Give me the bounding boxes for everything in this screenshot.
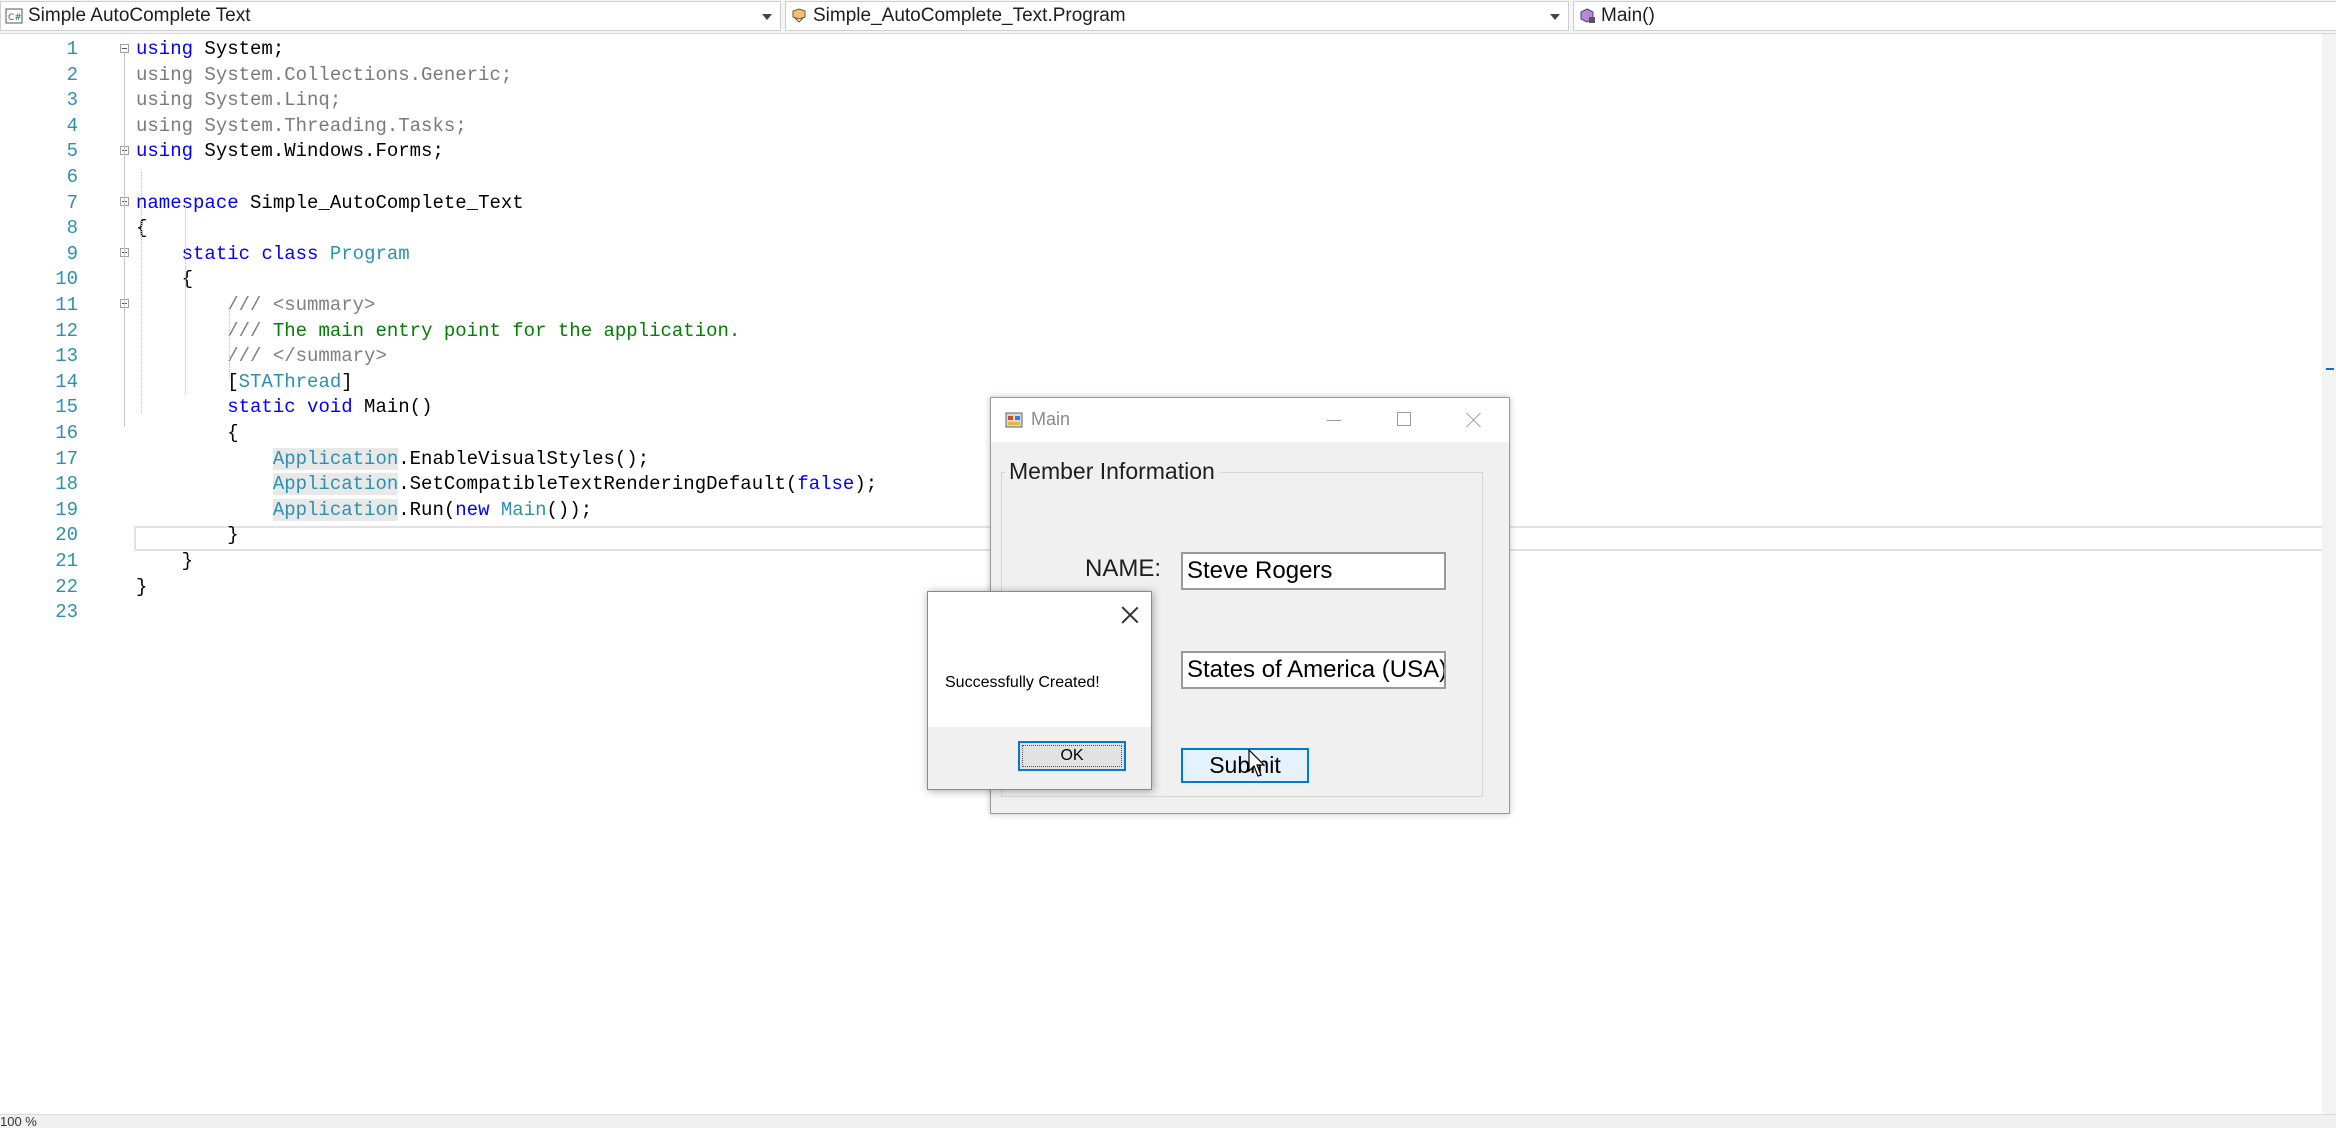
code-line[interactable]: 1 using System; — [0, 37, 2336, 63]
code-line[interactable]: 3 using System.Linq; — [0, 88, 2336, 114]
line-number: 16 — [55, 422, 78, 444]
line-number: 9 — [66, 242, 78, 265]
indent-guide — [229, 308, 230, 378]
name-label: NAME: — [1085, 555, 1162, 582]
class-dropdown-label: Simple_AutoComplete_Text.Program — [813, 5, 1126, 26]
class-icon — [792, 8, 806, 23]
line-number: 7 — [66, 191, 78, 214]
message-text: Successfully Created! — [945, 674, 1100, 691]
chevron-down-icon[interactable] — [1550, 14, 1560, 20]
line-number: 10 — [55, 268, 78, 291]
line-number: 17 — [55, 447, 78, 470]
line-number: 5 — [66, 140, 78, 163]
name-input[interactable]: Steve Rogers — [1181, 552, 1446, 590]
code-text[interactable]: /// <summary> — [136, 293, 375, 319]
line-number: 18 — [55, 473, 78, 496]
fold-line — [124, 155, 125, 427]
form-app-icon — [1005, 412, 1023, 428]
line-number: 1 — [66, 38, 78, 60]
fold-line — [124, 53, 125, 167]
code-line[interactable]: 6 — [0, 165, 2336, 191]
line-number: 21 — [55, 550, 78, 572]
code-line[interactable]: 2 using System.Collections.Generic; — [0, 63, 2336, 89]
scroll-marker — [2326, 368, 2334, 370]
member-dropdown[interactable]: Main() — [1573, 1, 2336, 31]
code-text[interactable]: } — [136, 575, 147, 601]
line-number: 8 — [66, 217, 78, 240]
line-number: 13 — [55, 345, 78, 368]
maximize-icon[interactable] — [1383, 406, 1423, 434]
country-input[interactable]: States of America (USA) — [1181, 651, 1446, 689]
line-number: 23 — [55, 601, 78, 624]
member-dropdown-label: Main() — [1601, 5, 1655, 26]
line-number: 19 — [55, 498, 78, 521]
code-line[interactable]: 8{ — [0, 216, 2336, 242]
code-text[interactable]: /// </summary> — [136, 344, 387, 370]
code-text[interactable]: using System.Windows.Forms; — [136, 139, 444, 165]
vertical-scrollbar[interactable] — [2322, 34, 2336, 1114]
csharp-project-icon: C# — [5, 8, 23, 24]
code-line[interactable]: 7 namespace Simple_AutoComplete_Text — [0, 191, 2336, 217]
navigation-bar: C# Simple AutoComplete Text Simple_AutoC… — [0, 0, 2336, 34]
close-icon[interactable] — [1118, 604, 1142, 628]
submit-button[interactable]: Submit — [1181, 748, 1309, 783]
code-text[interactable]: { — [136, 421, 238, 447]
minimize-icon[interactable] — [1313, 406, 1353, 434]
code-line[interactable]: 10 { — [0, 267, 2336, 293]
code-text[interactable]: static class Program — [136, 242, 410, 268]
code-line[interactable]: 13 /// </summary> — [0, 344, 2336, 370]
line-number: 4 — [66, 114, 78, 137]
method-icon — [1580, 8, 1595, 23]
close-icon[interactable] — [1453, 406, 1493, 434]
mouse-cursor-icon — [1248, 749, 1266, 777]
code-text[interactable]: using System.Collections.Generic; — [136, 63, 512, 89]
collapse-icon[interactable] — [120, 44, 129, 53]
ok-button[interactable]: OK — [1018, 741, 1126, 771]
window-titlebar[interactable]: Main — [991, 398, 1509, 442]
code-line[interactable]: 9 static class Program — [0, 242, 2336, 268]
code-line[interactable]: 14 [STAThread] — [0, 370, 2336, 396]
code-text[interactable]: } — [136, 549, 193, 575]
indent-guide — [185, 206, 186, 394]
horizontal-scrollbar[interactable] — [0, 1114, 2336, 1128]
group-title: Member Information — [1005, 458, 1219, 485]
line-number: 14 — [55, 370, 78, 393]
project-dropdown-label: Simple AutoComplete Text — [28, 5, 251, 26]
code-text[interactable]: using System.Threading.Tasks; — [136, 114, 467, 140]
code-text[interactable]: using System; — [136, 37, 284, 63]
code-text[interactable]: using System.Linq; — [136, 88, 341, 114]
line-number: 22 — [55, 575, 78, 598]
window-title: Main — [1031, 409, 1071, 429]
line-number: 20 — [55, 524, 78, 547]
code-text[interactable]: namespace Simple_AutoComplete_Text — [136, 191, 524, 217]
chevron-down-icon[interactable] — [762, 14, 772, 20]
code-text[interactable]: /// The main entry point for the applica… — [136, 319, 740, 345]
line-number: 3 — [66, 89, 78, 112]
line-number: 12 — [55, 319, 78, 342]
code-line[interactable]: 11 /// <summary> — [0, 293, 2336, 319]
code-line[interactable]: 12 /// The main entry point for the appl… — [0, 319, 2336, 345]
code-line[interactable]: 5 using System.Windows.Forms; — [0, 139, 2336, 165]
message-box-dialog: Successfully Created! OK — [927, 591, 1152, 790]
code-text[interactable]: static void Main() — [136, 395, 432, 421]
code-text[interactable]: [STAThread] — [136, 370, 352, 396]
code-text[interactable]: Application.EnableVisualStyles(); — [136, 447, 649, 473]
code-line[interactable]: 4 using System.Threading.Tasks; — [0, 114, 2336, 140]
code-text[interactable]: Application.SetCompatibleTextRenderingDe… — [136, 472, 877, 498]
line-number: 11 — [55, 294, 78, 316]
class-dropdown[interactable]: Simple_AutoComplete_Text.Program — [785, 1, 1569, 31]
project-dropdown[interactable]: C# Simple AutoComplete Text — [0, 1, 781, 31]
line-number: 6 — [66, 166, 78, 188]
code-text[interactable]: } — [136, 523, 238, 549]
line-number: 2 — [66, 63, 78, 86]
svg-text:C#: C# — [8, 13, 22, 23]
indent-guide — [141, 172, 142, 412]
line-number: 15 — [55, 396, 78, 419]
code-text[interactable]: Application.Run(new Main()); — [136, 498, 592, 524]
